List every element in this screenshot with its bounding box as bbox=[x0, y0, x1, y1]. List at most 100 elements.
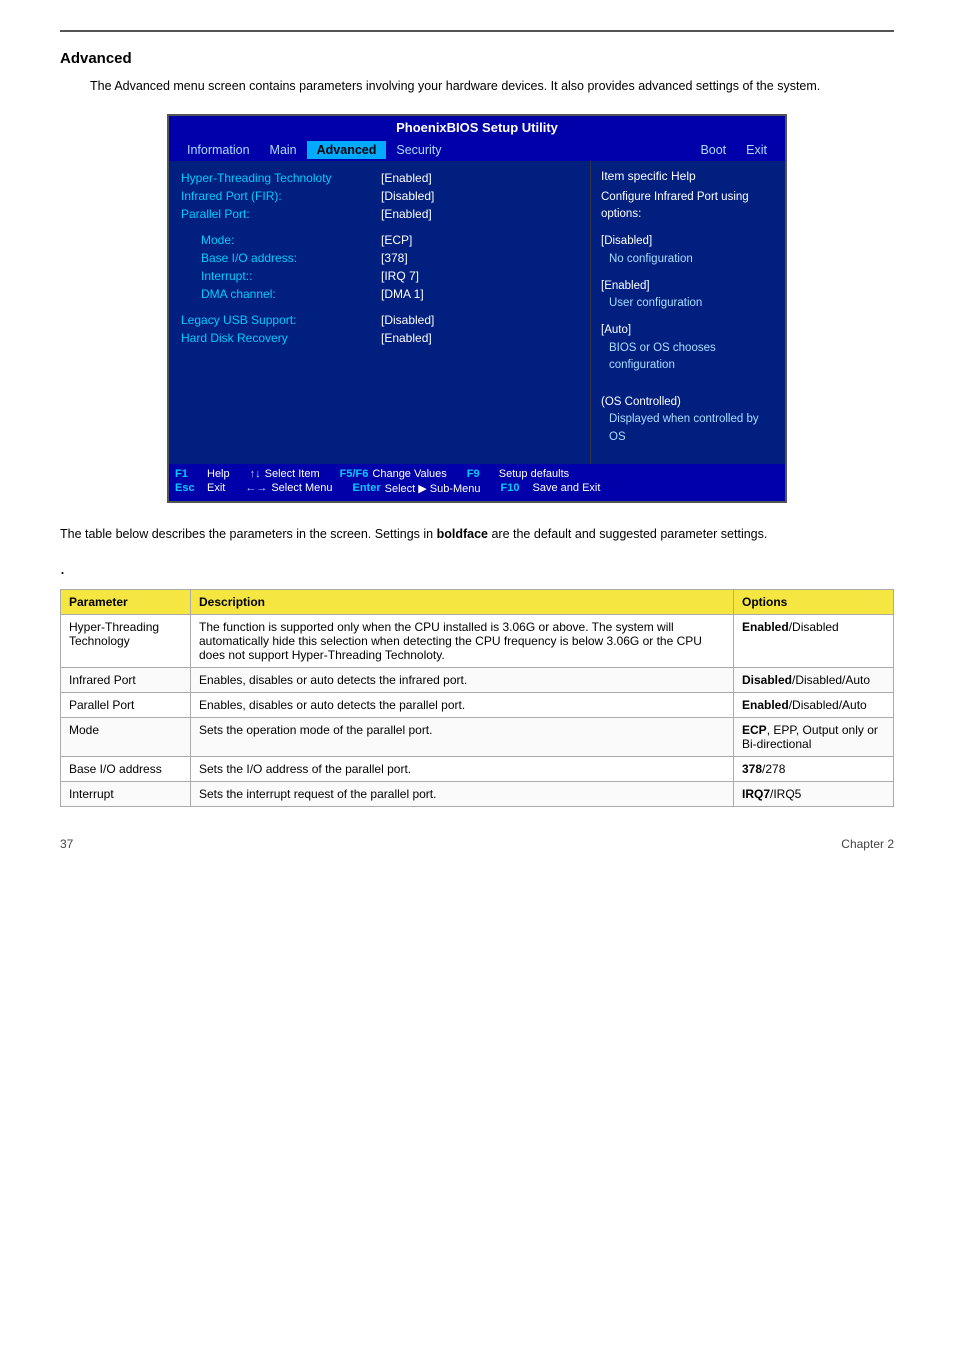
footer-arrow-leftright: ←→ bbox=[245, 482, 267, 494]
opts-infrared-rest: /Disabled/Auto bbox=[792, 673, 870, 687]
footer-key-f9: F9 bbox=[467, 468, 495, 480]
bios-value-hyper: [Enabled] bbox=[381, 171, 432, 185]
footer-desc-select-submenu: Select ▶ Sub-Menu bbox=[385, 482, 481, 495]
bios-row-hyper: Hyper-Threading Technoloty [Enabled] bbox=[181, 169, 578, 187]
param-mode: Mode bbox=[61, 717, 191, 756]
opts-interrupt-rest: /IRQ5 bbox=[770, 787, 801, 801]
help-os-value: (OS Controlled) bbox=[601, 394, 775, 411]
col-header-parameter: Parameter bbox=[61, 589, 191, 614]
help-block-disabled: [Disabled] No configuration bbox=[601, 233, 775, 268]
param-interrupt: Interrupt bbox=[61, 781, 191, 806]
desc-hyper: The function is supported only when the … bbox=[191, 614, 734, 667]
desc-infrared: Enables, disables or auto detects the in… bbox=[191, 667, 734, 692]
section-title: Advanced bbox=[60, 50, 894, 67]
bios-value-dma: [DMA 1] bbox=[381, 287, 424, 301]
footer-desc-save-exit: Save and Exit bbox=[533, 482, 601, 494]
nav-main: Main bbox=[260, 141, 307, 159]
bios-value-base-io: [378] bbox=[381, 251, 408, 265]
footer-key-f10: F10 bbox=[501, 482, 529, 494]
help-auto-value: [Auto] bbox=[601, 322, 775, 339]
bios-row-hdd: Hard Disk Recovery [Enabled] bbox=[181, 329, 578, 347]
bios-title-bar: PhoenixBIOS Setup Utility bbox=[169, 116, 785, 139]
help-os-text: Displayed when controlled by OS bbox=[601, 411, 775, 446]
bios-label-usb: Legacy USB Support: bbox=[181, 313, 381, 327]
help-enabled-value: [Enabled] bbox=[601, 278, 775, 295]
bios-label-hyper: Hyper-Threading Technoloty bbox=[181, 171, 381, 185]
footer-key-f5f6: F5/F6 bbox=[340, 468, 369, 480]
bios-screenshot: PhoenixBIOS Setup Utility Information Ma… bbox=[167, 114, 787, 503]
footer-desc-select-item: Select Item bbox=[265, 468, 320, 480]
page-footer: 37 Chapter 2 bbox=[60, 837, 894, 851]
intro-text: The Advanced menu screen contains parame… bbox=[90, 77, 894, 96]
bios-value-interrupt: [IRQ 7] bbox=[381, 269, 419, 283]
opts-interrupt: IRQ7/IRQ5 bbox=[734, 781, 894, 806]
opts-hyper-bold: Enabled bbox=[742, 620, 789, 634]
bios-row-infrared: Infrared Port (FIR): [Disabled] bbox=[181, 187, 578, 205]
bios-footer: F1 Help ↑↓ Select Item F5/F6 Change Valu… bbox=[169, 464, 785, 501]
bios-content: Hyper-Threading Technoloty [Enabled] Inf… bbox=[169, 161, 785, 464]
footer-key-esc: Esc bbox=[175, 482, 203, 494]
help-block-auto: [Auto] BIOS or OS chooses configuration bbox=[601, 322, 775, 374]
opts-parallel: Enabled/Disabled/Auto bbox=[734, 692, 894, 717]
bios-label-mode: Mode: bbox=[181, 233, 381, 247]
table-row: Parallel Port Enables, disables or auto … bbox=[61, 692, 894, 717]
bios-row-parallel: Parallel Port: [Enabled] bbox=[181, 205, 578, 223]
help-block-configure: Configure Infrared Port using options: bbox=[601, 189, 775, 224]
col-header-options: Options bbox=[734, 589, 894, 614]
bios-row-mode: Mode: [ECP] bbox=[181, 231, 578, 249]
bios-footer-row-1: F1 Help ↑↓ Select Item F5/F6 Change Valu… bbox=[175, 468, 779, 480]
desc-interrupt: Sets the interrupt request of the parall… bbox=[191, 781, 734, 806]
bios-spacer-2 bbox=[181, 303, 578, 311]
opts-base-io-rest: /278 bbox=[762, 762, 785, 776]
chapter-label: Chapter 2 bbox=[841, 837, 894, 851]
opts-interrupt-bold: IRQ7 bbox=[742, 787, 770, 801]
bios-main-panel: Hyper-Threading Technoloty [Enabled] Inf… bbox=[169, 161, 590, 464]
bios-footer-row-2: Esc Exit ←→ Select Menu Enter Select ▶ S… bbox=[175, 482, 779, 495]
table-row: Base I/O address Sets the I/O address of… bbox=[61, 756, 894, 781]
bios-help-panel: Item specific Help Configure Infrared Po… bbox=[590, 161, 785, 464]
nav-exit: Exit bbox=[736, 141, 777, 159]
opts-mode: ECP, EPP, Output only or Bi-directional bbox=[734, 717, 894, 756]
nav-information: Information bbox=[177, 141, 260, 159]
footer-desc-change-values: Change Values bbox=[372, 468, 446, 480]
help-disabled-value: [Disabled] bbox=[601, 233, 775, 250]
params-table: Parameter Description Options Hyper-Thre… bbox=[60, 589, 894, 807]
table-row: Hyper-Threading Technology The function … bbox=[61, 614, 894, 667]
footer-desc-setup-defaults: Setup defaults bbox=[499, 468, 569, 480]
table-row: Interrupt Sets the interrupt request of … bbox=[61, 781, 894, 806]
desc-parallel: Enables, disables or auto detects the pa… bbox=[191, 692, 734, 717]
opts-infrared: Disabled/Disabled/Auto bbox=[734, 667, 894, 692]
opts-mode-bold: ECP bbox=[742, 723, 767, 737]
help-block-os: (OS Controlled) Displayed when controlle… bbox=[601, 394, 775, 446]
bios-row-usb: Legacy USB Support: [Disabled] bbox=[181, 311, 578, 329]
help-title: Item specific Help bbox=[601, 169, 775, 183]
nav-boot: Boot bbox=[690, 141, 736, 159]
nav-advanced: Advanced bbox=[307, 141, 387, 159]
desc-mode: Sets the operation mode of the parallel … bbox=[191, 717, 734, 756]
desc-text: The table below describes the parameters… bbox=[60, 525, 894, 544]
bios-row-base-io: Base I/O address: [378] bbox=[181, 249, 578, 267]
footer-key-enter: Enter bbox=[353, 482, 381, 494]
footer-arrow-updown: ↑↓ bbox=[250, 468, 261, 480]
footer-key-f1: F1 bbox=[175, 468, 203, 480]
table-row: Infrared Port Enables, disables or auto … bbox=[61, 667, 894, 692]
footer-desc-help: Help bbox=[207, 468, 230, 480]
col-header-description: Description bbox=[191, 589, 734, 614]
param-hyper: Hyper-Threading Technology bbox=[61, 614, 191, 667]
opts-infrared-bold: Disabled bbox=[742, 673, 792, 687]
help-spacer bbox=[601, 384, 775, 394]
help-configure-text: Configure Infrared Port using options: bbox=[601, 191, 749, 220]
opts-parallel-bold: Enabled bbox=[742, 698, 789, 712]
help-section: Configure Infrared Port using options: [… bbox=[601, 189, 775, 446]
bios-nav: Information Main Advanced Security Boot … bbox=[169, 139, 785, 161]
bios-label-base-io: Base I/O address: bbox=[181, 251, 381, 265]
table-row: Mode Sets the operation mode of the para… bbox=[61, 717, 894, 756]
top-rule bbox=[60, 30, 894, 32]
bios-label-interrupt: Interrupt:: bbox=[181, 269, 381, 283]
bios-row-dma: DMA channel: [DMA 1] bbox=[181, 285, 578, 303]
footer-desc-exit: Exit bbox=[207, 482, 225, 494]
opts-base-io: 378/278 bbox=[734, 756, 894, 781]
opts-hyper: Enabled/Disabled bbox=[734, 614, 894, 667]
bios-value-parallel: [Enabled] bbox=[381, 207, 432, 221]
dot-spacer: . bbox=[60, 558, 894, 579]
